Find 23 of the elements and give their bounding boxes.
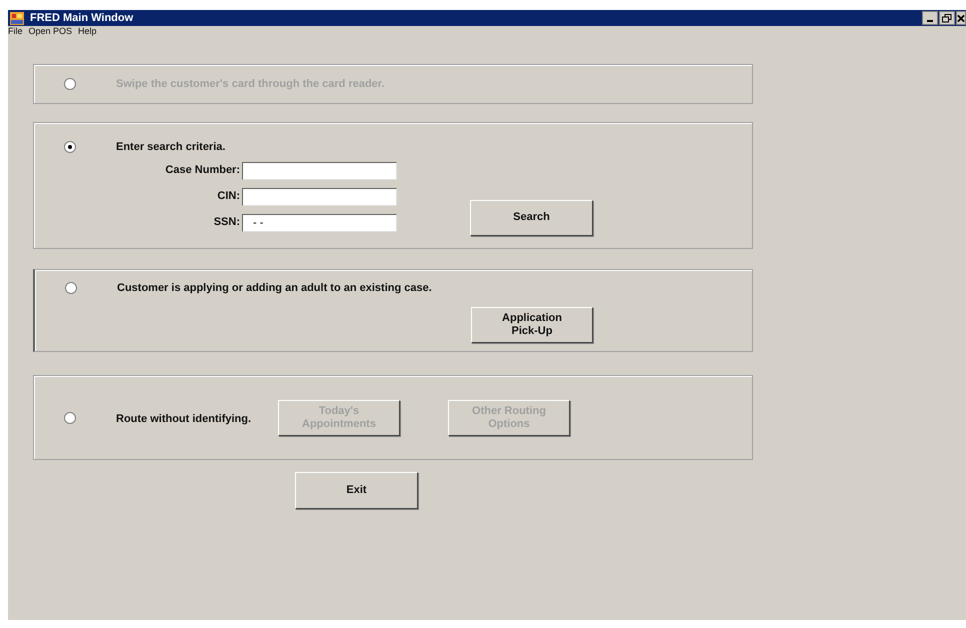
menu-item[interactable]: Help <box>78 25 97 39</box>
radio-button[interactable] <box>64 141 76 154</box>
radio-button[interactable] <box>64 412 76 424</box>
close-button[interactable] <box>956 11 966 25</box>
app-icon <box>10 12 24 24</box>
input-field[interactable]: - - <box>242 214 397 232</box>
action-button[interactable]: Search <box>470 200 593 236</box>
menu-item[interactable]: Open POS <box>28 25 72 39</box>
window-title: FRED Main Window <box>30 10 134 26</box>
option-label: Customer is applying or adding an adult to an existing case. <box>117 281 432 296</box>
minimize-button[interactable] <box>922 11 938 25</box>
action-button[interactable]: Exit <box>295 472 418 509</box>
input-field[interactable] <box>242 188 397 206</box>
field-label: CIN: <box>216 189 241 204</box>
input-field[interactable] <box>242 162 397 180</box>
radio-button[interactable] <box>65 282 77 294</box>
field-label: Case Number: <box>164 163 241 178</box>
restore-button[interactable] <box>939 11 955 25</box>
action-button[interactable]: Application Pick-Up <box>471 306 593 342</box>
menu-item[interactable]: File <box>8 25 23 39</box>
option-label: Enter search criteria. <box>116 140 226 155</box>
option-label: Route without identifying. <box>116 412 252 424</box>
field-label: SSN: <box>212 215 241 230</box>
